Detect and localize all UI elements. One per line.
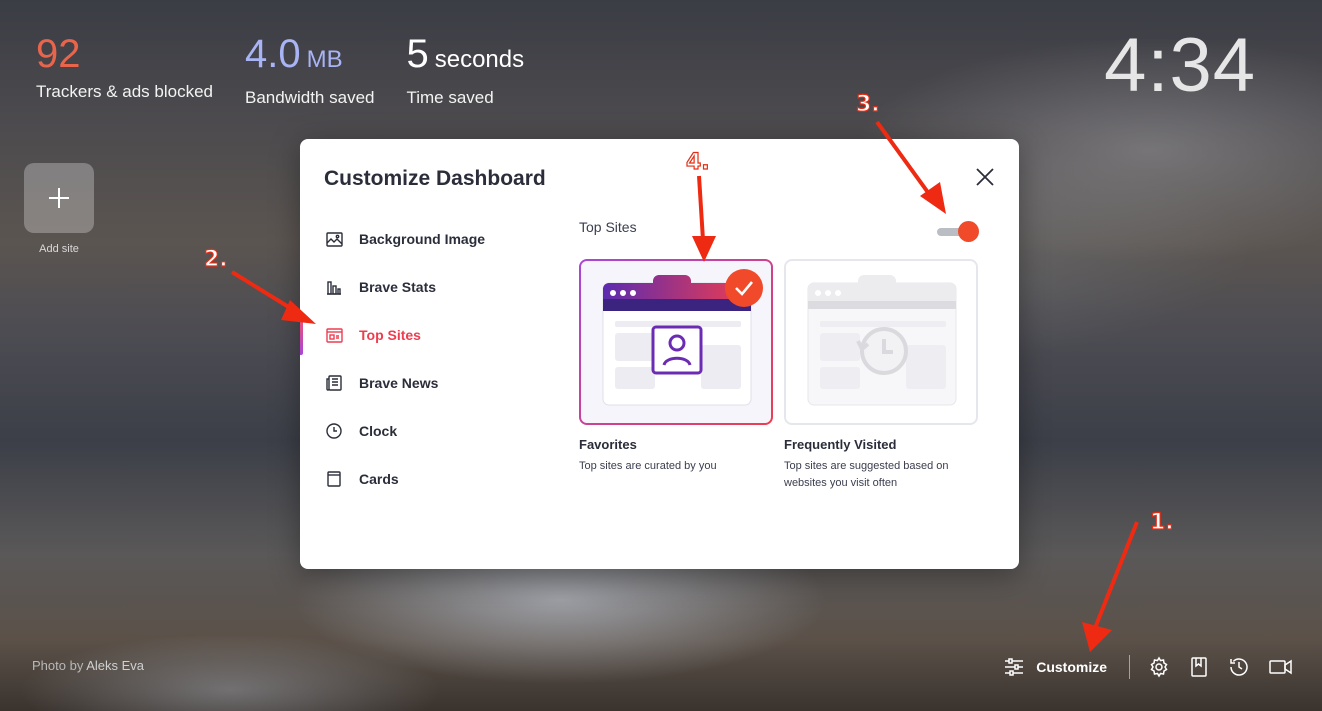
add-site[interactable]: Add site — [24, 163, 94, 255]
stat-time: 5 seconds Time saved — [406, 32, 524, 108]
nav-label: Brave News — [359, 375, 439, 391]
option-name: Frequently Visited — [784, 437, 897, 452]
option-desc: Top sites are suggested based on website… — [784, 460, 949, 489]
time-label: Time saved — [406, 88, 494, 107]
bandwidth-label: Bandwidth saved — [245, 88, 375, 107]
frequently-visited-illustration — [807, 275, 957, 406]
nav-label: Clock — [359, 423, 398, 439]
history-icon[interactable] — [1228, 656, 1250, 678]
selected-check-icon — [725, 269, 763, 307]
option-favorites[interactable]: Favorites Top sites are curated by you — [579, 259, 773, 492]
clock: 4:34 — [1104, 23, 1256, 108]
bandwidth-value-row: 4.0 MB — [245, 32, 374, 82]
nav-label: Background Image — [359, 231, 486, 247]
top-sites-options: Favorites Top sites are curated by you F… — [579, 259, 978, 492]
trackers-value: 92 — [36, 32, 81, 76]
bandwidth-unit: MB — [306, 46, 343, 73]
frequently-visited-card[interactable] — [784, 259, 978, 425]
photo-credit-prefix: Photo by — [32, 658, 87, 673]
settings-nav: Background Image Brave Stats Top Sites B… — [300, 215, 550, 503]
news-icon — [326, 375, 342, 391]
brave-stats: 92 Trackers & ads blocked 4.0 MB Bandwidt… — [36, 32, 524, 108]
top-sites-toggle[interactable] — [937, 221, 979, 243]
nav-label: Top Sites — [359, 327, 421, 343]
customize-dashboard-modal: Customize Dashboard Background Image Bra… — [300, 139, 1019, 569]
favorites-card[interactable] — [579, 259, 773, 425]
option-name: Favorites — [579, 437, 637, 452]
time-value: 5 — [406, 32, 429, 76]
arrow-2 — [230, 270, 302, 316]
customize-label: Customize — [1036, 659, 1107, 675]
sliders-icon — [1005, 658, 1024, 676]
add-site-label: Add site — [39, 243, 79, 255]
image-icon — [325, 231, 343, 247]
nav-clock[interactable]: Clock — [300, 407, 550, 455]
top-sites-panel: Top Sites Favorites Top sites are curate… — [579, 219, 979, 489]
add-site-tile[interactable] — [24, 163, 94, 233]
annotation-3: 3. — [855, 91, 880, 117]
nav-label: Cards — [359, 471, 399, 487]
option-desc: Top sites are curated by you — [579, 460, 717, 472]
plus-icon — [49, 188, 69, 208]
customize-button[interactable]: Customize — [1004, 655, 1130, 679]
toolbar-icons — [1148, 656, 1294, 678]
nav-background-image[interactable]: Background Image — [300, 215, 550, 263]
time-value-row: 5 seconds — [406, 32, 524, 82]
video-call-icon[interactable] — [1268, 656, 1294, 678]
clock-icon — [326, 423, 342, 439]
nav-cards[interactable]: Cards — [300, 455, 550, 503]
nav-top-sites[interactable]: Top Sites — [300, 311, 550, 359]
nav-brave-news[interactable]: Brave News — [300, 359, 550, 407]
annotation-4: 4. — [685, 149, 710, 175]
top-sites-icon — [325, 327, 343, 343]
annotation-1: 1. — [1149, 509, 1174, 535]
stat-trackers: 92 Trackers & ads blocked — [36, 32, 213, 108]
settings-gear-icon[interactable] — [1148, 656, 1170, 678]
bottom-toolbar: Customize — [1004, 655, 1294, 679]
cards-icon — [327, 471, 341, 487]
nav-label: Brave Stats — [359, 279, 437, 295]
bar-chart-icon — [327, 281, 341, 295]
time-unit: seconds — [434, 46, 525, 73]
bookmarks-icon[interactable] — [1188, 656, 1210, 678]
close-icon[interactable] — [975, 167, 995, 187]
annotation-2: 2. — [203, 246, 228, 272]
stat-bandwidth: 4.0 MB Bandwidth saved — [245, 32, 374, 108]
section-title: Top Sites — [579, 219, 637, 235]
nav-brave-stats[interactable]: Brave Stats — [300, 263, 550, 311]
photo-credit-author[interactable]: Aleks Eva — [86, 658, 144, 673]
option-frequently-visited[interactable]: Frequently Visited Top sites are suggest… — [784, 259, 978, 492]
toggle-knob — [958, 221, 979, 242]
bandwidth-value: 4.0 — [245, 32, 301, 76]
arrow-1 — [1093, 521, 1139, 629]
modal-title: Customize Dashboard — [324, 167, 546, 190]
trackers-label: Trackers & ads blocked — [36, 82, 213, 101]
photo-credit: Photo by Aleks Eva — [32, 658, 144, 673]
